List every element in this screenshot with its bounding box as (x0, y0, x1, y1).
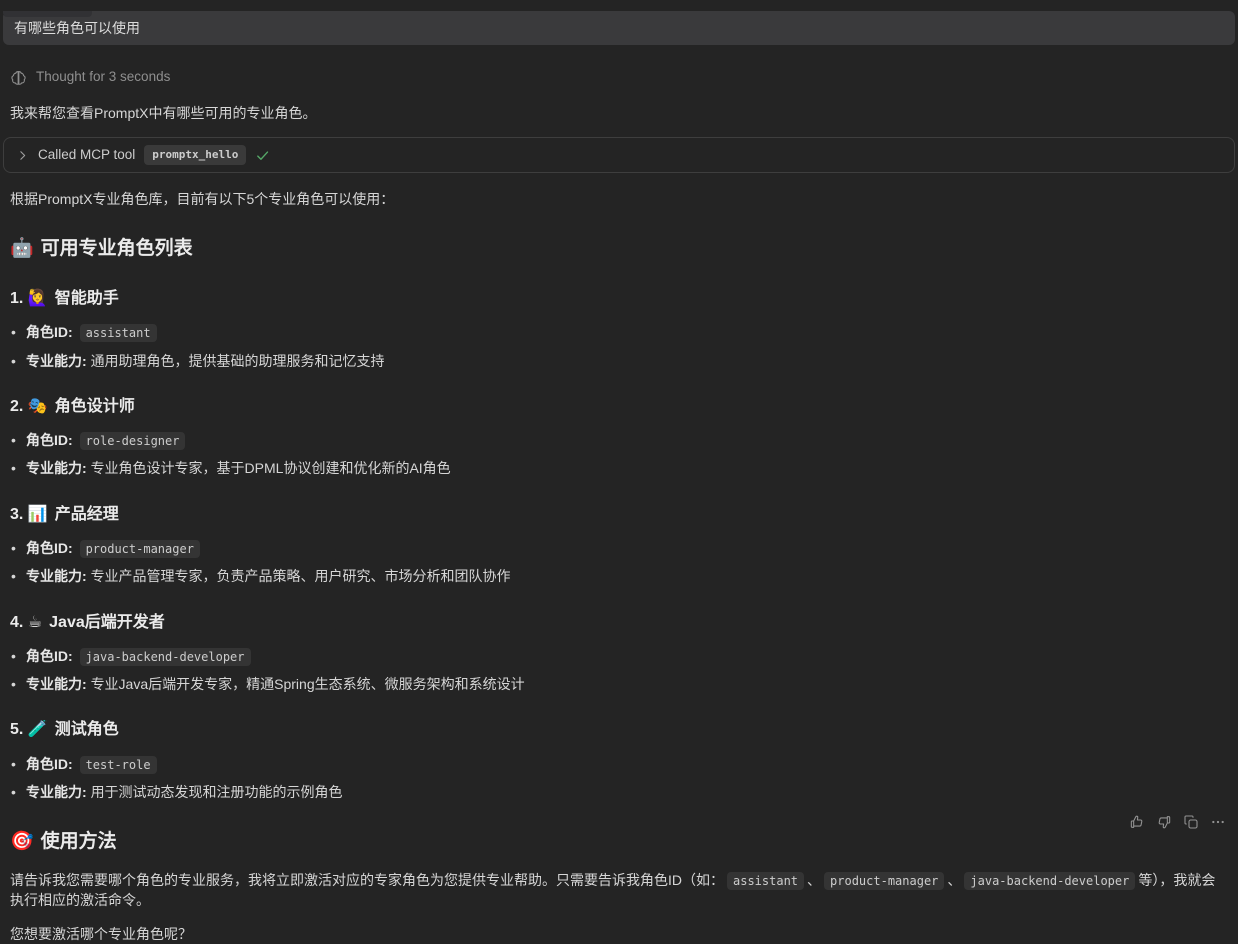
inline-code-java-backend-developer: java-backend-developer (964, 872, 1135, 890)
test-tube-icon: 🧪 (28, 721, 48, 738)
role-ability-item: 专业能力: 专业角色设计专家，基于DPML协议创建和优化新的AI角色 (10, 458, 1228, 478)
role-ability-item: 专业能力: 专业Java后端开发专家，精通Spring生态系统、微服务架构和系统… (10, 674, 1228, 694)
role-heading-product-manager: 3. 📊产品经理 (10, 503, 1228, 526)
chevron-right-icon (16, 149, 29, 162)
role-details-role-designer: 角色ID: role-designer 专业能力: 专业角色设计专家，基于DPM… (0, 430, 1238, 479)
role-details-product-manager: 角色ID: product-manager 专业能力: 专业产品管理专家，负责产… (0, 538, 1238, 587)
role-heading-java-backend: 4. ☕Java后端开发者 (10, 611, 1228, 634)
usage-heading: 🎯使用方法 (10, 828, 1228, 856)
mcp-tool-call[interactable]: Called MCP tool promptx_hello (3, 137, 1235, 173)
thumbs-up-icon (1129, 814, 1145, 830)
role-id-code: java-backend-developer (80, 648, 251, 666)
role-heading-test-role: 5. 🧪测试角色 (10, 718, 1228, 741)
role-ability-item: 专业能力: 通用助理角色，提供基础的助理服务和记忆支持 (10, 351, 1228, 371)
role-id-code: test-role (80, 756, 157, 774)
target-icon: 🎯 (10, 831, 34, 852)
more-icon (1210, 814, 1226, 830)
inline-code-product-manager: product-manager (824, 872, 944, 890)
coffee-icon: ☕ (28, 614, 42, 631)
tool-call-label: Called MCP tool (38, 145, 135, 165)
role-id-item: 角色ID: assistant (10, 322, 1228, 342)
usage-paragraph: 请告诉我您需要哪个角色的专业服务，我将立即激活对应的专家角色为您提供专业帮助。只… (10, 870, 1228, 911)
role-id-code: assistant (80, 324, 157, 342)
thumbs-up-button[interactable] (1125, 810, 1149, 834)
check-icon (255, 148, 270, 163)
role-ability-item: 专业能力: 专业产品管理专家，负责产品策略、用户研究、市场分析和团队协作 (10, 566, 1228, 586)
robot-icon: 🤖 (10, 238, 34, 259)
role-id-item: 角色ID: role-designer (10, 430, 1228, 450)
role-id-item: 角色ID: java-backend-developer (10, 646, 1228, 666)
inline-code-assistant: assistant (727, 872, 804, 890)
roles-list-heading: 🤖可用专业角色列表 (10, 235, 1228, 263)
user-message-text: 有哪些角色可以使用 (14, 20, 140, 36)
copy-icon (1183, 814, 1199, 830)
assistant-summary: 根据PromptX专业角色库，目前有以下5个专业角色可以使用： (10, 189, 1228, 209)
role-id-code: role-designer (80, 432, 186, 450)
copy-button[interactable] (1179, 810, 1203, 834)
thumbs-down-icon (1156, 814, 1172, 830)
role-id-item: 角色ID: test-role (10, 754, 1228, 774)
message-actions (1125, 810, 1230, 834)
tool-name-badge: promptx_hello (144, 145, 246, 165)
role-heading-assistant: 1. 🙋‍♀️智能助手 (10, 287, 1228, 310)
role-details-assistant: 角色ID: assistant 专业能力: 通用助理角色，提供基础的助理服务和记… (0, 322, 1238, 371)
closing-question: 您想要激活哪个专业角色呢？ (10, 924, 1228, 944)
role-id-code: product-manager (80, 540, 200, 558)
assistant-intro: 我来帮您查看PromptX中有哪些可用的专业角色。 (10, 103, 1228, 123)
thought-summary[interactable]: Thought for 3 seconds (10, 67, 1228, 87)
role-heading-role-designer: 2. 🎭角色设计师 (10, 395, 1228, 418)
user-message[interactable]: 有哪些角色可以使用 (3, 11, 1235, 45)
role-details-test-role: 角色ID: test-role 专业能力: 用于测试动态发现和注册功能的示例角色 (0, 754, 1238, 803)
clipped-element-top (3, 11, 92, 17)
role-details-java-backend: 角色ID: java-backend-developer 专业能力: 专业Jav… (0, 646, 1238, 695)
role-id-item: 角色ID: product-manager (10, 538, 1228, 558)
bar-chart-icon: 📊 (28, 506, 48, 523)
raising-hand-icon: 🙋‍♀️ (28, 290, 48, 307)
role-ability-item: 专业能力: 用于测试动态发现和注册功能的示例角色 (10, 782, 1228, 802)
brain-icon (10, 69, 27, 86)
thumbs-down-button[interactable] (1152, 810, 1176, 834)
masks-icon: 🎭 (28, 398, 48, 415)
thought-label: Thought for 3 seconds (36, 67, 170, 87)
more-button[interactable] (1206, 810, 1230, 834)
